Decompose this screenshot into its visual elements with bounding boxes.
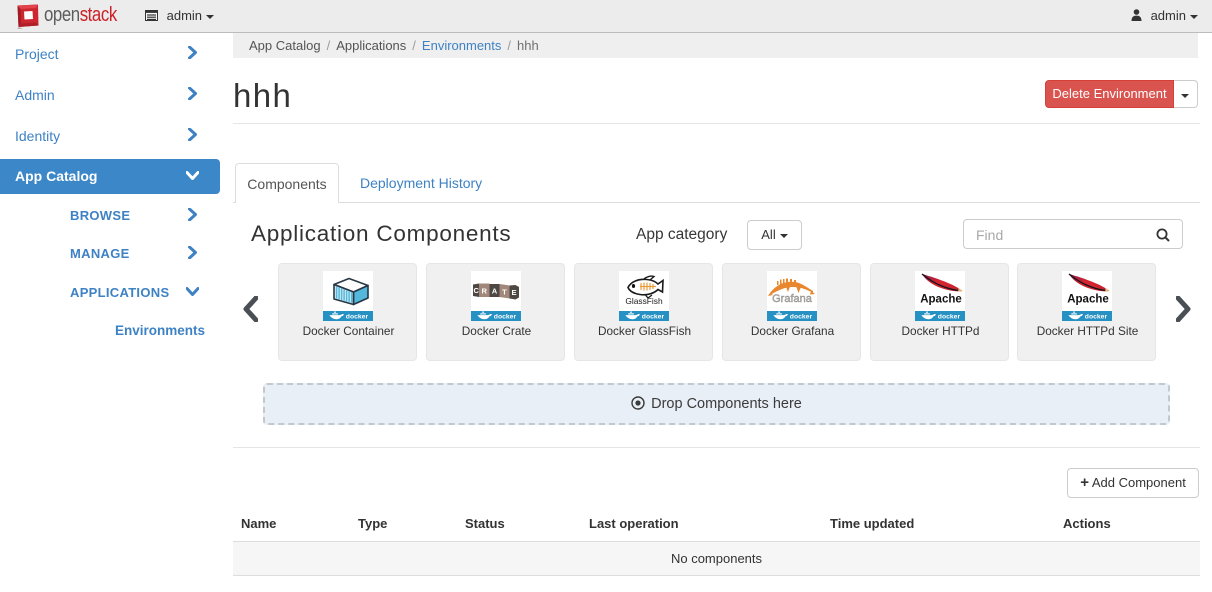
svg-text:docker: docker bbox=[346, 314, 369, 321]
svg-text:Grafana: Grafana bbox=[772, 293, 813, 305]
svg-text:T: T bbox=[502, 287, 507, 296]
svg-text:A: A bbox=[492, 286, 498, 295]
svg-text:docker: docker bbox=[494, 314, 517, 321]
svg-text:C: C bbox=[473, 286, 479, 295]
svg-text:GlassFish: GlassFish bbox=[625, 296, 663, 306]
svg-text:Apache: Apache bbox=[920, 293, 962, 305]
svg-text:docker: docker bbox=[938, 314, 961, 321]
svg-text:Apache: Apache bbox=[1067, 293, 1109, 305]
svg-text:docker: docker bbox=[1085, 314, 1108, 321]
svg-text:R: R bbox=[481, 286, 487, 295]
svg-text:docker: docker bbox=[642, 314, 665, 321]
svg-text:docker: docker bbox=[790, 314, 813, 321]
svg-text:E: E bbox=[511, 288, 516, 297]
